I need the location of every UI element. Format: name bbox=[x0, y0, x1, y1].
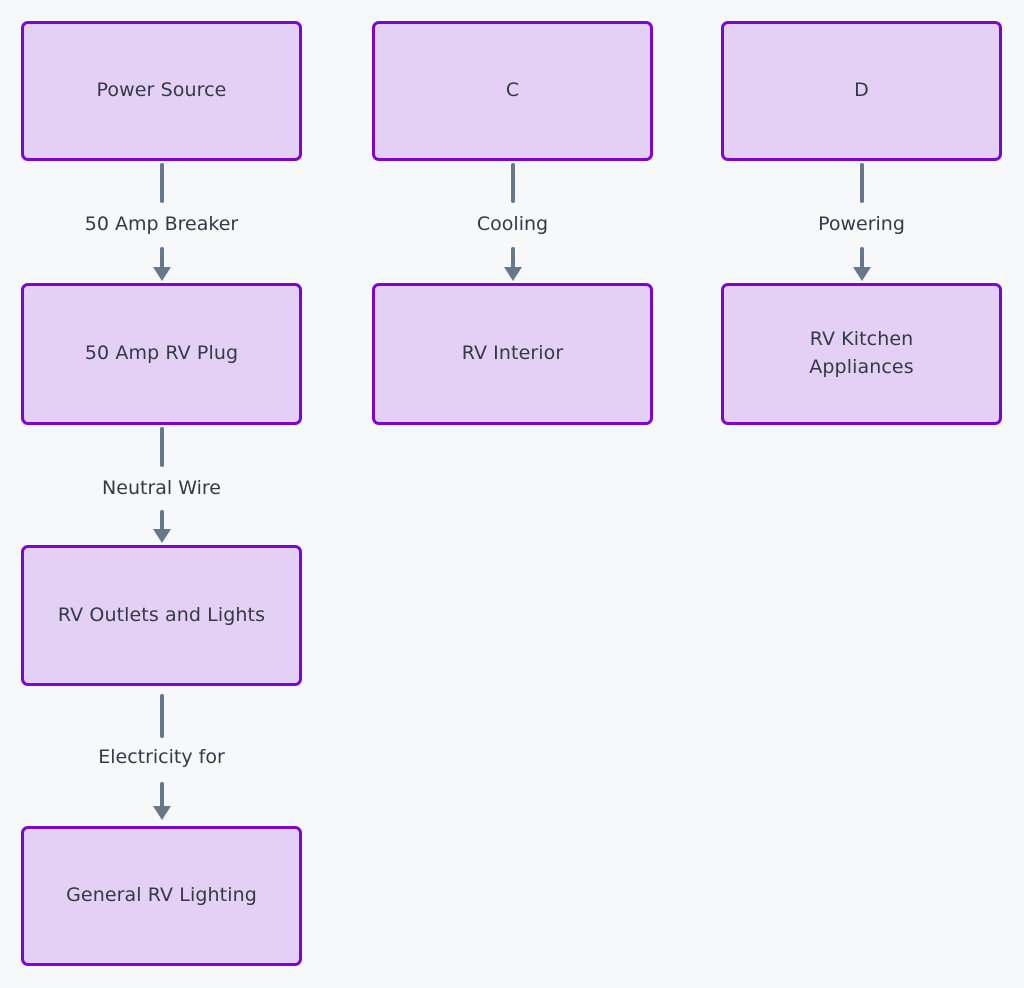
flowchart-canvas: Power Source C D 50 Amp Breaker Cooling … bbox=[0, 0, 1024, 988]
edge-line-lower bbox=[510, 247, 515, 267]
edge-line bbox=[159, 163, 164, 203]
node-power-source[interactable]: Power Source bbox=[21, 21, 302, 161]
edge-label: Neutral Wire bbox=[96, 479, 227, 498]
node-50-amp-rv-plug[interactable]: 50 Amp RV Plug bbox=[21, 283, 302, 425]
node-d[interactable]: D bbox=[721, 21, 1002, 161]
edge-c-to-rv-interior: Cooling bbox=[372, 161, 653, 283]
arrow-head-icon bbox=[152, 806, 171, 820]
edge-power-source-to-50-amp-rv-plug: 50 Amp Breaker bbox=[21, 161, 302, 283]
edge-50-amp-rv-plug-to-rv-outlets-and-lights: Neutral Wire bbox=[21, 425, 302, 545]
node-label: D bbox=[854, 79, 869, 102]
node-label: RV Kitchen Appliances bbox=[809, 328, 914, 378]
edge-d-to-rv-kitchen-appliances: Powering bbox=[721, 161, 1002, 283]
node-general-rv-lighting[interactable]: General RV Lighting bbox=[21, 826, 302, 966]
arrow-head-icon bbox=[852, 267, 871, 281]
node-label: Power Source bbox=[96, 79, 227, 102]
edge-line bbox=[159, 427, 164, 467]
edge-label: Electricity for bbox=[92, 748, 231, 767]
edge-label: 50 Amp Breaker bbox=[78, 215, 245, 234]
edge-rv-outlets-and-lights-to-general-rv-lighting: Electricity for bbox=[21, 686, 302, 826]
edge-label: Powering bbox=[812, 215, 911, 234]
edge-line-lower bbox=[159, 510, 164, 529]
arrow-head-icon bbox=[152, 529, 171, 543]
node-c[interactable]: C bbox=[372, 21, 653, 161]
arrow-head-icon bbox=[152, 267, 171, 281]
node-label: RV Interior bbox=[461, 342, 564, 365]
node-label: C bbox=[505, 79, 520, 102]
edge-line bbox=[159, 694, 164, 738]
node-label: RV Outlets and Lights bbox=[57, 603, 266, 626]
node-rv-kitchen-appliances[interactable]: RV Kitchen Appliances bbox=[721, 283, 1002, 425]
node-rv-interior[interactable]: RV Interior bbox=[372, 283, 653, 425]
edge-line-lower bbox=[859, 247, 864, 267]
node-rv-outlets-and-lights[interactable]: RV Outlets and Lights bbox=[21, 545, 302, 686]
edge-line-lower bbox=[159, 782, 164, 806]
node-label: 50 Amp RV Plug bbox=[84, 342, 239, 365]
edge-line bbox=[510, 163, 515, 203]
node-label: General RV Lighting bbox=[66, 884, 257, 907]
arrow-head-icon bbox=[503, 267, 522, 281]
edge-line bbox=[859, 163, 864, 203]
edge-line-lower bbox=[159, 247, 164, 267]
edge-label: Cooling bbox=[470, 215, 555, 234]
